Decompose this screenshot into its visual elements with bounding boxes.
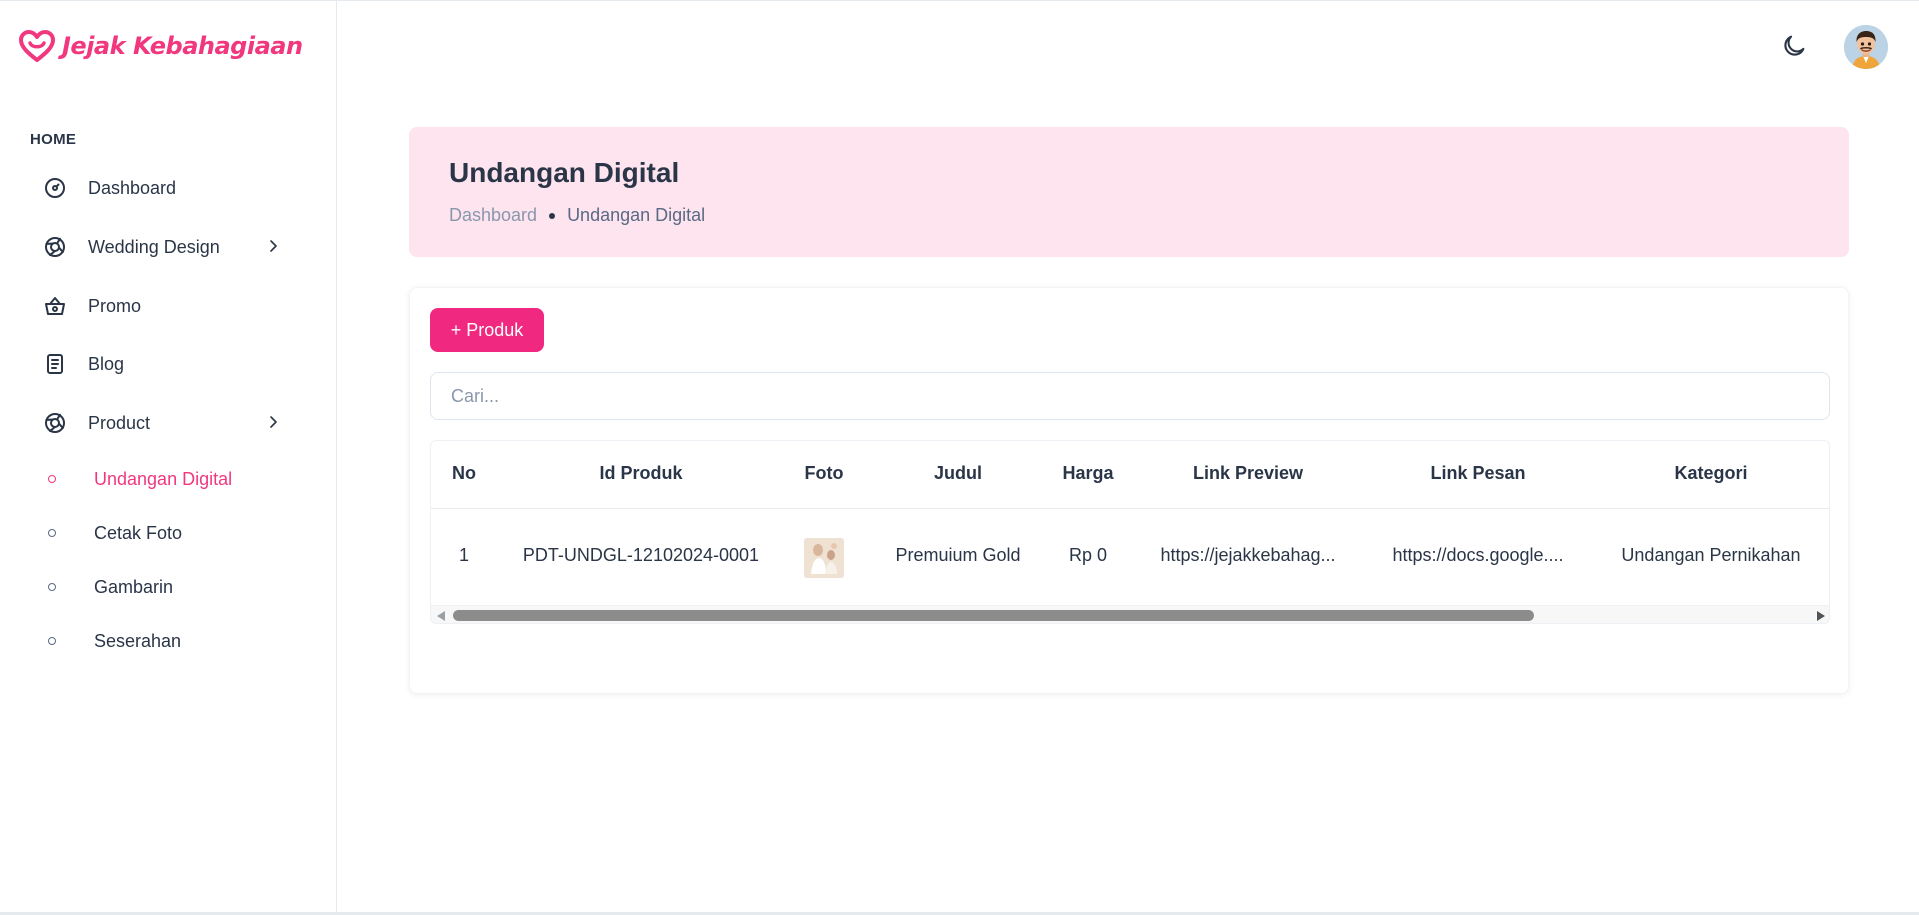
chevron-right-icon [265, 238, 281, 259]
column-header-kategori[interactable]: Kategori [1601, 463, 1821, 484]
sidebar-item-label: Promo [88, 295, 142, 316]
cell-link-preview[interactable]: https://jejakkebahag... [1137, 545, 1359, 566]
aperture-icon [42, 234, 68, 260]
brand-name: Jejak Kebahagiaan [62, 32, 303, 60]
sidebar-subitem-label: Undangan Digital [94, 468, 233, 489]
product-table: No Id Produk Foto Judul Harga Link Previ… [430, 440, 1830, 624]
sidebar-item-wedding-design[interactable]: Wedding Design [30, 224, 305, 270]
cell-judul: Premuium Gold [895, 545, 1021, 565]
search-input[interactable] [430, 372, 1830, 420]
product-photo-image [804, 538, 844, 578]
aperture-icon [42, 410, 68, 436]
column-header-foto[interactable]: Foto [784, 463, 864, 484]
document-icon [42, 351, 68, 377]
cell-harga: Rp 0 [1068, 545, 1108, 565]
chevron-right-icon [265, 414, 281, 435]
cell-no: 1 [458, 545, 469, 565]
table-row: 1 PDT-UNDGL-12102024-0001 Premuium Gold … [431, 509, 1829, 605]
sidebar-item-promo[interactable]: Promo [30, 283, 305, 329]
sidebar-item-label: Dashboard [88, 177, 177, 198]
sidebar-item-label: Wedding Design [88, 236, 220, 257]
brand-logo[interactable]: Jejak Kebahagiaan [18, 29, 303, 63]
column-header-link-pesan[interactable]: Link Pesan [1373, 463, 1583, 484]
column-header-no[interactable]: No [451, 463, 477, 484]
column-header-link-preview[interactable]: Link Preview [1143, 463, 1353, 484]
sidebar-item-product[interactable]: Product [30, 400, 305, 446]
sidebar-item-label: Product [88, 412, 151, 433]
bullet-circle-icon [48, 637, 56, 645]
heart-logo-icon [19, 30, 55, 62]
sidebar-subitem-seserahan[interactable]: Seserahan [30, 621, 305, 661]
sidebar-subitem-undangan-digital[interactable]: Undangan Digital [30, 459, 305, 499]
column-header-judul[interactable]: Judul [878, 463, 1038, 484]
sidebar-subitem-gambarin[interactable]: Gambarin [30, 567, 305, 607]
moon-icon [1784, 35, 1805, 56]
column-header-harga[interactable]: Harga [1048, 463, 1128, 484]
sidebar-item-dashboard[interactable]: Dashboard [30, 165, 305, 211]
horizontal-scrollbar[interactable] [431, 605, 1829, 623]
sidebar-subitem-label: Gambarin [94, 576, 174, 597]
product-card: + Produk No Id Produk Foto Judul Harga L… [409, 287, 1849, 694]
breadcrumb: Dashboard Undangan Digital [449, 205, 705, 226]
bullet-circle-icon [48, 475, 56, 483]
cell-link-pesan[interactable]: https://docs.google.... [1367, 545, 1589, 566]
nav-caption-home: HOME [30, 131, 77, 148]
product-thumbnail[interactable] [804, 538, 844, 578]
bullet-circle-icon [48, 583, 56, 591]
gauge-icon [42, 175, 68, 201]
add-product-button[interactable]: + Produk [430, 308, 544, 352]
bullet-circle-icon [48, 529, 56, 537]
column-header-id-produk[interactable]: Id Produk [511, 463, 771, 484]
scrollbar-thumb[interactable] [453, 610, 1534, 621]
basket-icon [42, 293, 68, 319]
avatar-illustration [1844, 25, 1888, 69]
user-avatar[interactable] [1844, 25, 1888, 69]
page-title: Undangan Digital [449, 157, 680, 188]
theme-toggle-button[interactable] [1780, 32, 1808, 60]
table-header: No Id Produk Foto Judul Harga Link Previ… [431, 441, 1829, 509]
sidebar-subitem-cetak-foto[interactable]: Cetak Foto [30, 513, 305, 553]
sidebar-item-label: Blog [88, 353, 125, 374]
breadcrumb-link-dashboard[interactable]: Dashboard [449, 205, 537, 226]
breadcrumb-separator [549, 212, 556, 219]
scroll-right-arrow-icon[interactable] [1817, 611, 1825, 621]
page-header-banner: Undangan Digital Dashboard Undangan Digi… [409, 127, 1849, 257]
sidebar-subitem-label: Seserahan [94, 630, 182, 651]
sidebar-item-blog[interactable]: Blog [30, 341, 305, 387]
sidebar: Jejak Kebahagiaan HOME Dashboard Wedding… [0, 1, 337, 912]
cell-kategori: Undangan Pernikahan [1621, 545, 1801, 565]
scroll-left-arrow-icon[interactable] [437, 611, 445, 621]
breadcrumb-current: Undangan Digital [567, 205, 706, 225]
cell-id-produk: PDT-UNDGL-12102024-0001 [522, 545, 760, 565]
sidebar-subitem-label: Cetak Foto [94, 522, 183, 543]
